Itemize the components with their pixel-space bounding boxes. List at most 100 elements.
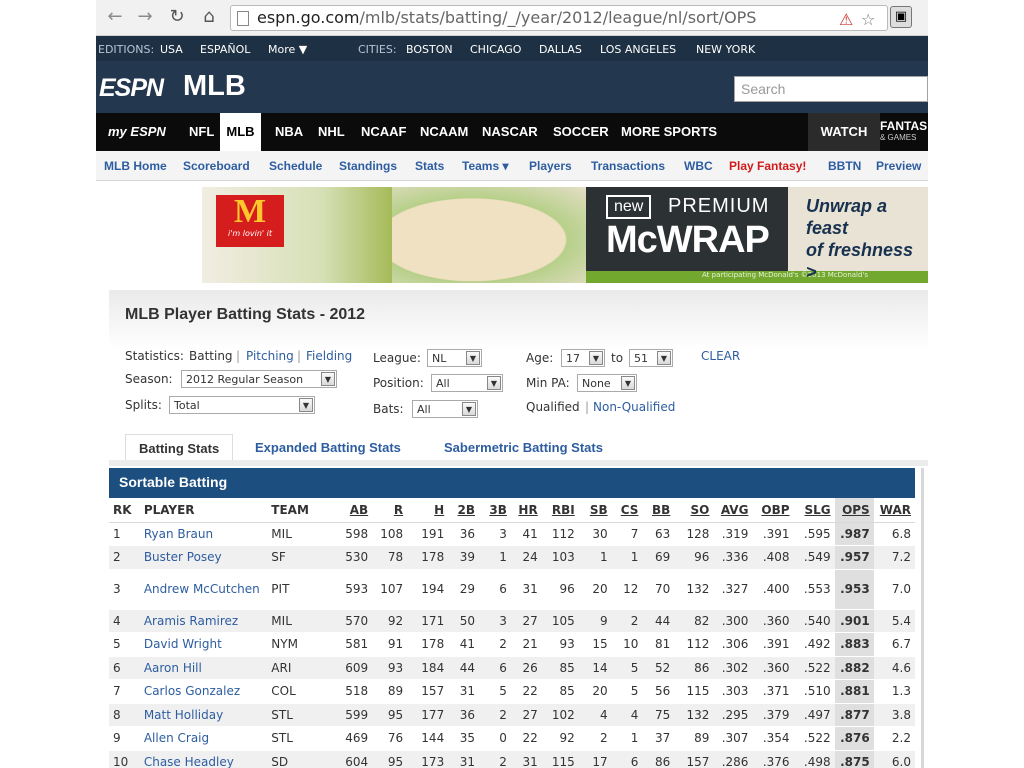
subnav-players[interactable]: Players (529, 159, 572, 173)
column-header-2b[interactable]: 2B (448, 498, 480, 523)
tab-batting-stats[interactable]: Batting Stats (125, 434, 234, 462)
cell-sb: 20 (578, 569, 612, 610)
player-link[interactable]: Aramis Ramirez (139, 609, 268, 633)
extension-icon[interactable]: ▣ (890, 6, 912, 28)
star-icon[interactable]: ☆ (861, 8, 875, 32)
player-link[interactable]: Matt Holliday (139, 703, 268, 727)
subnav-wbc[interactable]: WBC (684, 159, 713, 173)
city-los-angeles[interactable]: LOS ANGELES (600, 43, 676, 56)
ad-slogan: i'm lovin' it (227, 229, 272, 238)
mcdonalds-banner-ad[interactable]: Mi'm lovin' it new PREMIUM McWRAP At par… (202, 187, 928, 283)
column-header-slg[interactable]: SLG (793, 498, 835, 523)
edition-usa[interactable]: USA (160, 43, 183, 56)
player-link[interactable]: Chase Headley (139, 750, 268, 768)
stat-pitching-link[interactable]: Pitching (246, 349, 294, 363)
nav-ncaam[interactable]: NCAAM (420, 124, 468, 139)
player-link[interactable]: Aaron Hill (139, 656, 268, 680)
column-header-so[interactable]: SO (674, 498, 714, 523)
nav-mlb[interactable]: MLB (220, 113, 261, 151)
watch-button[interactable]: WATCH (808, 113, 880, 151)
bats-select[interactable]: All ▼ (412, 400, 478, 418)
position-value: All (436, 377, 450, 390)
column-header-war[interactable]: WAR (873, 498, 915, 523)
table-row: 5 David Wright NYM 581 91 178 41 2 21 93 15 10 81 112… (109, 632, 915, 657)
subnav-play-fantasy[interactable]: Play Fantasy! (729, 159, 806, 173)
edition-espanol[interactable]: ESPAÑOL (200, 43, 250, 56)
column-header-sb[interactable]: SB (578, 498, 612, 523)
cell-hr: 24 (510, 545, 542, 570)
tab-sabermetric-batting-stats[interactable]: Sabermetric Batting Stats (431, 434, 616, 462)
age-from-select[interactable]: 17 ▼ (561, 349, 605, 367)
search-input[interactable]: Search (734, 76, 928, 102)
clear-link[interactable]: CLEAR (701, 349, 740, 363)
column-header-ab[interactable]: AB (333, 498, 373, 523)
column-header-r[interactable]: R (372, 498, 408, 523)
subnav-transactions[interactable]: Transactions (591, 159, 665, 173)
city-chicago[interactable]: CHICAGO (470, 43, 521, 56)
city-new-york[interactable]: NEW YORK (696, 43, 755, 56)
non-qualified-link[interactable]: Non-Qualified (593, 400, 675, 414)
cell-bb: 52 (642, 656, 675, 680)
nav-soccer[interactable]: SOCCER (553, 124, 609, 139)
column-header-cs[interactable]: CS (611, 498, 643, 523)
cell-slg: .553 (793, 569, 835, 610)
column-header-bb[interactable]: BB (642, 498, 675, 523)
subnav-teams[interactable]: Teams ▾ (462, 159, 509, 173)
age-to-select[interactable]: 51 ▼ (629, 349, 673, 367)
editions-more[interactable]: More ▼ (268, 43, 307, 56)
stat-fielding-link[interactable]: Fielding (306, 349, 352, 363)
cell-bb: 86 (642, 750, 675, 768)
nav-nba[interactable]: NBA (275, 124, 303, 139)
column-header-obp[interactable]: OBP (752, 498, 794, 523)
address-bar[interactable]: espn.go.com/mlb/stats/batting/_/year/201… (230, 5, 888, 31)
reload-icon[interactable]: ↻ (166, 6, 188, 28)
cell-war: 3.8 (873, 703, 915, 727)
section-title[interactable]: MLB (183, 70, 246, 103)
tab-expanded-batting-stats[interactable]: Expanded Batting Stats (242, 434, 414, 462)
forward-arrow-icon[interactable]: → (134, 6, 156, 28)
subnav-scoreboard[interactable]: Scoreboard (183, 159, 250, 173)
cell-slg: .497 (793, 703, 835, 727)
cell-h: 194 (407, 569, 449, 610)
city-boston[interactable]: BOSTON (406, 43, 453, 56)
splits-select[interactable]: Total ▼ (169, 396, 315, 414)
position-select[interactable]: All ▼ (431, 374, 503, 392)
player-link[interactable]: Andrew McCutchen (139, 569, 268, 610)
cell-ab: 609 (333, 656, 373, 680)
blocked-icon[interactable]: ⚠ (839, 8, 853, 32)
column-header-ops[interactable]: OPS (834, 498, 874, 523)
fantasy-link[interactable]: FANTAS & GAMES (880, 119, 927, 142)
column-header-avg[interactable]: AVG (713, 498, 753, 523)
season-select[interactable]: 2012 Regular Season ▼ (181, 370, 337, 388)
subnav-stats[interactable]: Stats (415, 159, 444, 173)
nav-nhl[interactable]: NHL (318, 124, 345, 139)
subnav-schedule[interactable]: Schedule (269, 159, 322, 173)
subnav-standings[interactable]: Standings (339, 159, 397, 173)
myespn-link[interactable]: my ESPN (108, 124, 166, 139)
cell-sb: 15 (578, 632, 612, 657)
nav-more-sports[interactable]: MORE SPORTS (621, 124, 717, 139)
league-select[interactable]: NL ▼ (427, 349, 482, 367)
subnav-bbtn[interactable]: BBTN (828, 159, 861, 173)
espn-logo[interactable]: ESPN (99, 74, 164, 103)
subnav-mlb-home[interactable]: MLB Home (104, 159, 167, 173)
city-dallas[interactable]: DALLAS (539, 43, 582, 56)
subnav-preview[interactable]: Preview (876, 159, 921, 173)
column-header-h[interactable]: H (407, 498, 449, 523)
home-icon[interactable]: ⌂ (198, 6, 220, 28)
player-link[interactable]: Ryan Braun (139, 522, 268, 546)
nav-ncaaf[interactable]: NCAAF (361, 124, 407, 139)
cell-avg: .286 (713, 750, 753, 768)
nav-nfl[interactable]: NFL (189, 124, 214, 139)
minpa-select[interactable]: None ▼ (577, 374, 637, 392)
age-label: Age: (526, 351, 554, 365)
player-link[interactable]: Buster Posey (139, 545, 268, 570)
player-link[interactable]: David Wright (139, 632, 268, 657)
player-link[interactable]: Allen Craig (139, 726, 268, 751)
column-header-rbi[interactable]: RBI (541, 498, 579, 523)
nav-nascar[interactable]: NASCAR (482, 124, 538, 139)
column-header-hr[interactable]: HR (510, 498, 542, 523)
player-link[interactable]: Carlos Gonzalez (139, 679, 268, 704)
back-arrow-icon[interactable]: ← (104, 6, 126, 28)
column-header-3b[interactable]: 3B (479, 498, 511, 523)
